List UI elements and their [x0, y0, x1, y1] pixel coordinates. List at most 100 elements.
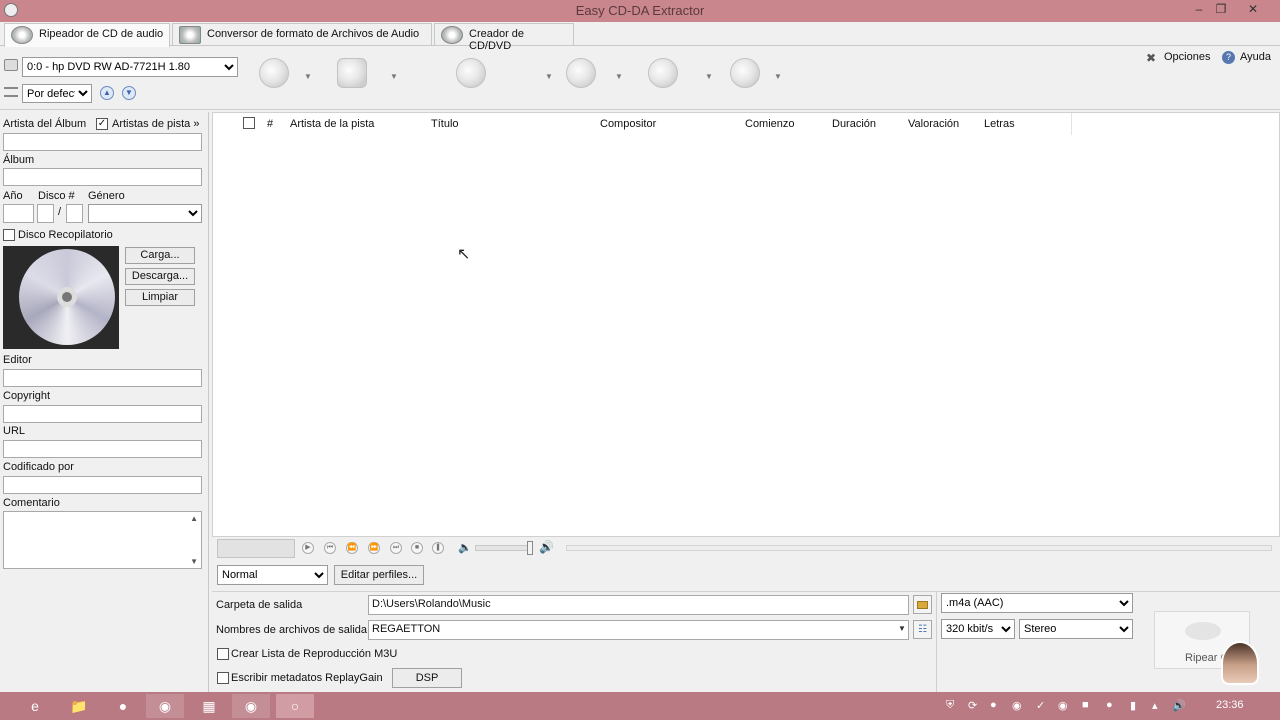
album-input[interactable] [3, 168, 202, 186]
genre-select[interactable] [88, 204, 202, 223]
easy-cd-da-taskbar-icon[interactable]: ○ [276, 694, 314, 718]
antivirus-icon[interactable]: ✓ [1036, 699, 1045, 712]
play-icon[interactable]: ▶ [302, 542, 314, 554]
volume-slider[interactable] [475, 545, 531, 551]
disc-number-input[interactable] [37, 204, 54, 223]
rewind-icon[interactable]: ⏪ [346, 542, 358, 554]
quality-preset-select[interactable]: Normal [217, 565, 328, 585]
online-lookup-icon[interactable] [566, 58, 596, 88]
stop-icon[interactable]: ■ [411, 542, 423, 554]
app-tray-icon[interactable]: ◉ [1058, 699, 1068, 712]
profile-select[interactable]: Por defecto [22, 84, 92, 103]
channels-select[interactable]: Stereo [1019, 619, 1133, 639]
tab-cd-ripper[interactable]: Ripeador de CD de audio [4, 23, 170, 47]
tab-cd-creator[interactable]: Creador de CD/DVD [434, 23, 574, 52]
volume-icon[interactable]: 🔊 [539, 540, 554, 554]
store-icon[interactable]: ▦ [190, 694, 228, 718]
help-button[interactable]: Ayuda [1240, 51, 1271, 63]
column-duration[interactable]: Duración [832, 118, 876, 130]
clear-cover-button[interactable]: Limpiar [125, 289, 195, 306]
cd-ripper-icon [11, 26, 33, 44]
save-profile-icon[interactable]: ▲ [100, 86, 114, 100]
media-app-icon[interactable]: ◉ [232, 694, 270, 718]
chrome-icon[interactable]: ◉ [146, 694, 184, 718]
format-select[interactable]: .m4a (AAC) [941, 593, 1133, 613]
album-artist-input[interactable] [3, 133, 202, 151]
download-cover-button[interactable]: Descarga... [125, 268, 195, 285]
update-icon[interactable]: ● [990, 699, 997, 711]
bitrate-select[interactable]: 320 kbit/s [941, 619, 1015, 639]
filenames-input[interactable]: REGAETTON [368, 620, 909, 640]
select-all-checkbox[interactable] [243, 117, 255, 129]
seek-bar[interactable] [566, 545, 1272, 551]
clock[interactable]: 23:36 [1216, 699, 1244, 711]
column-number[interactable]: # [267, 118, 273, 130]
next-icon[interactable]: ⏭ [390, 542, 402, 554]
usb-icon[interactable]: ● [1106, 699, 1113, 711]
network-share-icon[interactable]: ◉ [1012, 699, 1022, 712]
signal-icon[interactable]: ▴ [1152, 699, 1158, 712]
tab-audio-converter[interactable]: Conversor de formato de Archivos de Audi… [172, 23, 432, 45]
speaker-icon[interactable]: 🔊 [1172, 699, 1186, 712]
shield-icon[interactable]: ⛨ [946, 699, 954, 712]
file-explorer-icon[interactable]: 📁 [60, 694, 98, 718]
volume-slider-thumb[interactable] [527, 541, 533, 555]
chevron-down-icon[interactable]: ▼ [774, 72, 782, 81]
sync-icon[interactable]: ⟳ [968, 699, 977, 712]
column-start[interactable]: Comienzo [745, 118, 795, 130]
chevron-down-icon[interactable]: ▼ [615, 72, 623, 81]
chevron-down-icon[interactable]: ▼ [390, 72, 398, 81]
column-lyrics[interactable]: Letras [984, 118, 1015, 130]
chevron-down-icon[interactable]: ▼ [898, 624, 906, 633]
replaygain-checkbox[interactable] [217, 672, 229, 684]
editor-input[interactable] [3, 369, 202, 387]
create-playlist-checkbox[interactable] [217, 648, 229, 660]
filename-pattern-icon[interactable]: ☷ [913, 620, 932, 639]
scroll-down-icon[interactable]: ▼ [190, 557, 198, 566]
edit-profiles-button[interactable]: Editar perfiles... [334, 565, 424, 585]
fast-forward-icon[interactable]: ⏩ [368, 542, 380, 554]
chevron-down-icon[interactable]: ▼ [304, 72, 312, 81]
ie-icon[interactable]: e [16, 694, 54, 718]
output-folder-input[interactable]: D:\Users\Rolando\Music [368, 595, 909, 615]
dsp-button[interactable]: DSP [392, 668, 462, 688]
track-artists-checkbox[interactable]: ✓ [96, 118, 108, 130]
disc-total-input[interactable] [66, 204, 83, 223]
url-label: URL [3, 425, 26, 437]
chevron-down-icon[interactable]: ▼ [545, 72, 553, 81]
column-composer[interactable]: Compositor [600, 118, 656, 130]
mouse-cursor-icon: ↖ [457, 246, 471, 263]
delete-profile-icon[interactable]: ▼ [122, 86, 136, 100]
mute-icon[interactable]: 🔈 [458, 541, 472, 554]
column-rating[interactable]: Valoración [908, 118, 959, 130]
options-button[interactable]: Opciones [1164, 51, 1210, 63]
metadata-icon[interactable] [456, 58, 486, 88]
close-button[interactable]: ✕ [1240, 2, 1266, 16]
load-cover-button[interactable]: Carga... [125, 247, 195, 264]
pause-icon[interactable]: ❚ [432, 542, 444, 554]
disc-info-icon[interactable] [337, 58, 367, 88]
column-title[interactable]: Título [431, 118, 459, 130]
comment-textarea[interactable]: ▲ ▼ [3, 511, 202, 569]
track-tools-icon[interactable] [730, 58, 760, 88]
firewall-icon[interactable]: ■ [1082, 699, 1089, 711]
compilation-checkbox[interactable] [3, 229, 15, 241]
track-list[interactable]: # Artista de la pista Título Compositor … [212, 112, 1280, 537]
column-track-artist[interactable]: Artista de la pista [290, 118, 374, 130]
previous-icon[interactable]: ⏮ [324, 542, 336, 554]
tools-icon[interactable] [648, 58, 678, 88]
cover-art[interactable] [3, 246, 119, 349]
play-cd-icon[interactable] [259, 58, 289, 88]
battery-icon[interactable]: ▮ [1130, 699, 1136, 712]
encoded-by-input[interactable] [3, 476, 202, 494]
track-artists-label[interactable]: Artistas de pista » [112, 118, 199, 130]
copyright-input[interactable] [3, 405, 202, 423]
drive-select[interactable]: 0:0 - hp DVD RW AD-7721H 1.80 [22, 57, 238, 77]
firefox-icon[interactable]: ● [104, 694, 142, 718]
year-input[interactable] [3, 204, 34, 223]
browse-folder-icon[interactable] [913, 595, 932, 614]
url-input[interactable] [3, 440, 202, 458]
restore-button[interactable]: ❐ [1208, 2, 1234, 16]
scroll-up-icon[interactable]: ▲ [190, 514, 198, 523]
chevron-down-icon[interactable]: ▼ [705, 72, 713, 81]
